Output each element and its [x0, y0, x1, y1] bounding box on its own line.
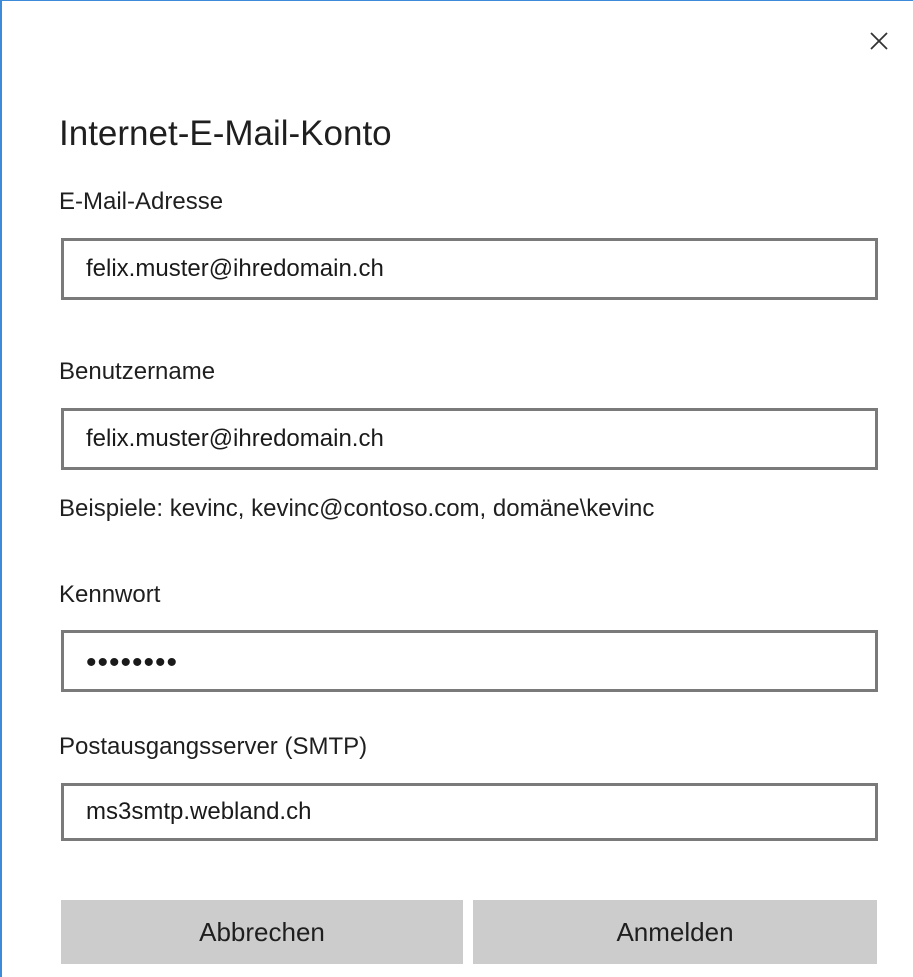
- password-value: ••••••••: [86, 646, 179, 679]
- smtp-label: Postausgangsserver (SMTP): [59, 733, 368, 760]
- close-button[interactable]: [861, 23, 897, 59]
- password-field[interactable]: ••••••••: [61, 630, 878, 692]
- email-label: E-Mail-Adresse: [59, 188, 224, 215]
- email-value: felix.muster@ihredomain.ch: [86, 255, 384, 282]
- close-icon: [870, 32, 888, 50]
- password-label: Kennwort: [59, 581, 161, 608]
- account-dialog: Internet-E-Mail-Konto E-Mail-Adresse fel…: [0, 0, 913, 977]
- username-hint: Beispiele: kevinc, kevinc@contoso.com, d…: [59, 495, 655, 522]
- sign-in-button[interactable]: Anmelden: [473, 900, 877, 964]
- email-field[interactable]: felix.muster@ihredomain.ch: [61, 238, 878, 300]
- smtp-field[interactable]: ms3smtp.webland.ch: [61, 783, 878, 841]
- username-field[interactable]: felix.muster@ihredomain.ch: [61, 408, 878, 470]
- dialog-title: Internet-E-Mail-Konto: [59, 114, 392, 153]
- smtp-value: ms3smtp.webland.ch: [86, 798, 312, 825]
- cancel-button[interactable]: Abbrechen: [61, 900, 463, 964]
- username-label: Benutzername: [59, 358, 216, 385]
- username-value: felix.muster@ihredomain.ch: [86, 425, 384, 452]
